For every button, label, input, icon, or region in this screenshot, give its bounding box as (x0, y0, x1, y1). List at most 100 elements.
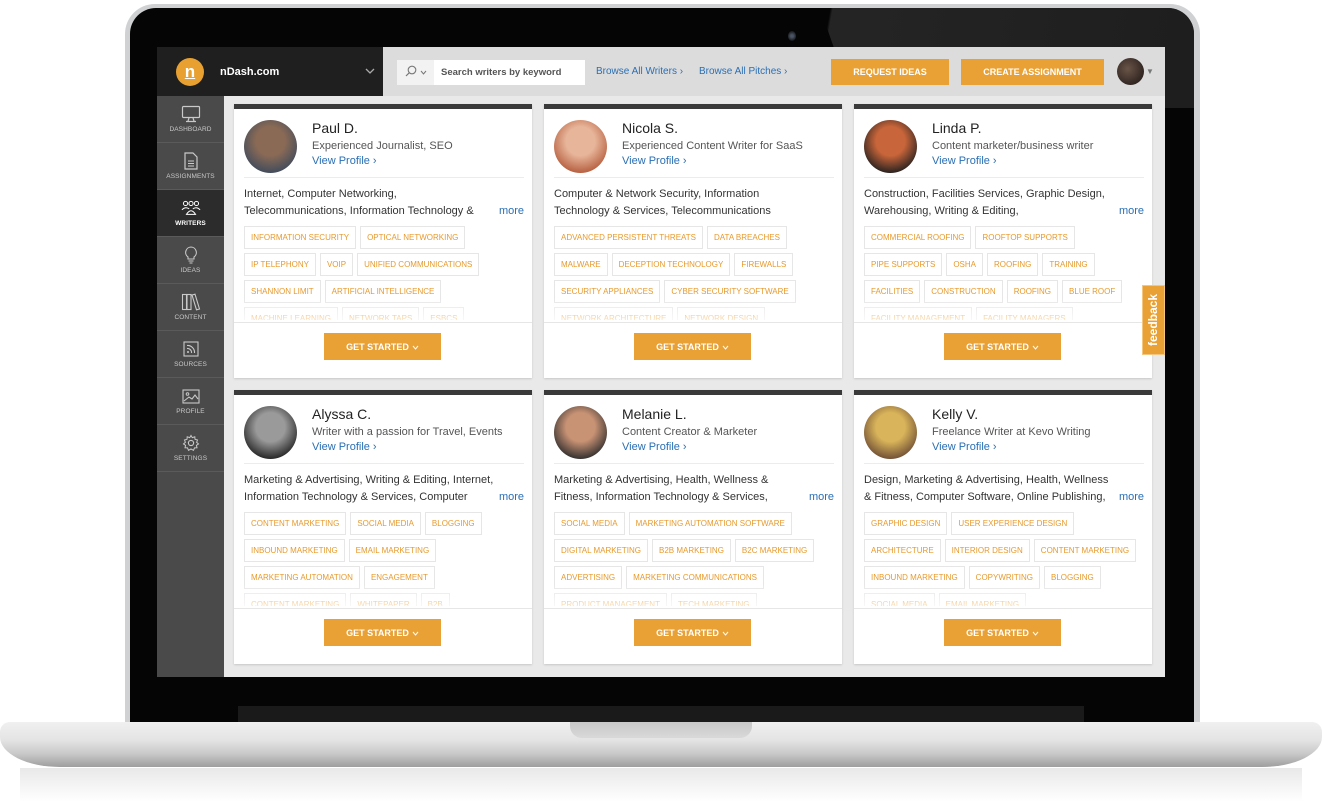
expertise-tag[interactable]: TECH MARKETING (670, 593, 757, 606)
view-profile-link[interactable]: View Profile › (932, 155, 997, 167)
request-ideas-button[interactable]: REQUEST IDEAS (831, 59, 949, 85)
expertise-tag[interactable]: UNIFIED COMMUNICATIONS (357, 253, 480, 276)
expertise-tag[interactable]: MARKETING AUTOMATION (244, 566, 360, 589)
expertise-tag[interactable]: BLOGGING (1044, 566, 1101, 589)
expertise-tag[interactable]: FACILITIES (864, 280, 921, 303)
view-profile-link[interactable]: View Profile › (312, 155, 377, 167)
expertise-tag[interactable]: FACILITY MANAGEMENT (864, 307, 973, 320)
expertise-tag[interactable]: SOCIAL MEDIA (554, 512, 625, 535)
expertise-tag[interactable]: DECEPTION TECHNOLOGY (611, 253, 731, 276)
expertise-tag[interactable]: ADVANCED PERSISTENT THREATS (554, 226, 703, 249)
get-started-button[interactable]: GET STARTED (944, 333, 1061, 360)
expertise-tag[interactable]: EMAIL MARKETING (348, 539, 437, 562)
sidebar-item-ideas[interactable]: IDEAS (157, 237, 224, 284)
expertise-tag[interactable]: INBOUND MARKETING (864, 566, 965, 589)
feedback-tab[interactable]: feedback (1142, 285, 1165, 355)
sidebar-item-writers[interactable]: WRITERS (157, 190, 224, 237)
expertise-tag[interactable]: GRAPHIC DESIGN (864, 512, 948, 535)
expertise-tag[interactable]: FIREWALLS (734, 253, 794, 276)
writer-avatar[interactable] (244, 406, 297, 459)
expertise-tag[interactable]: B2B (420, 593, 450, 606)
user-avatar[interactable] (1117, 58, 1144, 85)
caret-down-icon[interactable]: ▼ (1146, 67, 1154, 76)
writer-avatar[interactable] (864, 406, 917, 459)
writer-avatar[interactable] (864, 120, 917, 173)
expertise-tag[interactable]: ADVERTISING (554, 566, 623, 589)
expertise-tag[interactable]: BLOGGING (424, 512, 482, 535)
expertise-tag[interactable]: SECURITY APPLIANCES (554, 280, 661, 303)
get-started-button[interactable]: GET STARTED (324, 619, 441, 646)
expertise-tag[interactable]: CONTENT MARKETING (244, 512, 347, 535)
brand-switcher[interactable]: n nDash.com (157, 47, 383, 96)
more-link[interactable]: more (794, 489, 834, 506)
more-link[interactable]: more (1104, 489, 1144, 506)
browse-all-writers-link[interactable]: Browse All Writers › (596, 66, 683, 77)
get-started-button[interactable]: GET STARTED (944, 619, 1061, 646)
expertise-tag[interactable]: B2C MARKETING (734, 539, 815, 562)
sidebar-item-sources[interactable]: SOURCES (157, 331, 224, 378)
expertise-tag[interactable]: SOCIAL MEDIA (350, 512, 421, 535)
expertise-tag[interactable]: PRODUCT MANAGEMENT (554, 593, 667, 606)
expertise-tag[interactable]: COPYWRITING (968, 566, 1041, 589)
expertise-tag[interactable]: ESBCS (423, 307, 465, 320)
expertise-tag[interactable]: CONTENT MARKETING (1033, 539, 1137, 562)
view-profile-link[interactable]: View Profile › (622, 441, 687, 453)
expertise-tag[interactable]: OSHA (946, 253, 983, 276)
view-profile-link[interactable]: View Profile › (622, 155, 687, 167)
more-link[interactable]: more (484, 203, 524, 220)
create-assignment-button[interactable]: CREATE ASSIGNMENT (961, 59, 1104, 85)
more-link[interactable]: more (484, 489, 524, 506)
get-started-button[interactable]: GET STARTED (634, 619, 751, 646)
expertise-tag[interactable]: OPTICAL NETWORKING (360, 226, 466, 249)
expertise-tag[interactable]: MALWARE (554, 253, 608, 276)
expertise-tag[interactable]: INFORMATION SECURITY (244, 226, 357, 249)
expertise-tag[interactable]: PIPE SUPPORTS (864, 253, 943, 276)
expertise-tag[interactable]: CYBER SECURITY SOFTWARE (664, 280, 796, 303)
expertise-tag[interactable]: COMMERCIAL ROOFING (864, 226, 972, 249)
expertise-tag[interactable]: NETWORK DESIGN (677, 307, 766, 320)
more-link[interactable]: more (1104, 203, 1144, 220)
expertise-tag[interactable]: ARTIFICIAL INTELLIGENCE (324, 280, 442, 303)
expertise-tag[interactable]: ENGAGEMENT (363, 566, 435, 589)
expertise-tag[interactable]: INTERIOR DESIGN (944, 539, 1030, 562)
expertise-tag[interactable]: ROOFING (987, 253, 1039, 276)
expertise-tag[interactable]: NETWORK ARCHITECTURE (554, 307, 674, 320)
expertise-tag[interactable]: ARCHITECTURE (864, 539, 941, 562)
expertise-tag[interactable]: WHITEPAPER (350, 593, 417, 606)
sidebar-item-profile[interactable]: PROFILE (157, 378, 224, 425)
expertise-tag[interactable]: NETWORK TAPS (342, 307, 420, 320)
expertise-tag[interactable]: EMAIL MARKETING (938, 593, 1027, 606)
sidebar-item-settings[interactable]: SETTINGS (157, 425, 224, 472)
get-started-button[interactable]: GET STARTED (634, 333, 751, 360)
sidebar-item-content[interactable]: CONTENT (157, 284, 224, 331)
writer-avatar[interactable] (244, 120, 297, 173)
expertise-tag[interactable]: IP TELEPHONY (244, 253, 316, 276)
expertise-tag[interactable]: SOCIAL MEDIA (864, 593, 935, 606)
expertise-tag[interactable]: CONTENT MARKETING (244, 593, 347, 606)
expertise-tag[interactable]: DIGITAL MARKETING (554, 539, 649, 562)
view-profile-link[interactable]: View Profile › (312, 441, 377, 453)
expertise-tag[interactable]: TRAINING (1042, 253, 1095, 276)
sidebar-item-dashboard[interactable]: DASHBOARD (157, 96, 224, 143)
expertise-tag[interactable]: MARKETING AUTOMATION SOFTWARE (628, 512, 792, 535)
search-scope-dropdown[interactable] (397, 60, 434, 85)
browse-all-pitches-link[interactable]: Browse All Pitches › (699, 66, 787, 77)
view-profile-link[interactable]: View Profile › (932, 441, 997, 453)
sidebar-item-assignments[interactable]: ASSIGNMENTS (157, 143, 224, 190)
expertise-tag[interactable]: BLUE ROOF (1062, 280, 1123, 303)
expertise-tag[interactable]: FACILITY MANAGERS (976, 307, 1073, 320)
expertise-tag[interactable]: INBOUND MARKETING (244, 539, 345, 562)
expertise-tag[interactable]: ROOFTOP SUPPORTS (975, 226, 1075, 249)
expertise-tag[interactable]: USER EXPERIENCE DESIGN (951, 512, 1075, 535)
get-started-button[interactable]: GET STARTED (324, 333, 441, 360)
expertise-tag[interactable]: ROOFING (1006, 280, 1059, 303)
expertise-tag[interactable]: MACHINE LEARNING (244, 307, 339, 320)
writer-avatar[interactable] (554, 120, 607, 173)
expertise-tag[interactable]: SHANNON LIMIT (244, 280, 321, 303)
expertise-tag[interactable]: DATA BREACHES (707, 226, 787, 249)
expertise-tag[interactable]: CONSTRUCTION (924, 280, 1003, 303)
expertise-tag[interactable]: VOIP (319, 253, 354, 276)
expertise-tag[interactable]: MARKETING COMMUNICATIONS (626, 566, 764, 589)
writer-avatar[interactable] (554, 406, 607, 459)
search-input[interactable] (434, 67, 584, 78)
